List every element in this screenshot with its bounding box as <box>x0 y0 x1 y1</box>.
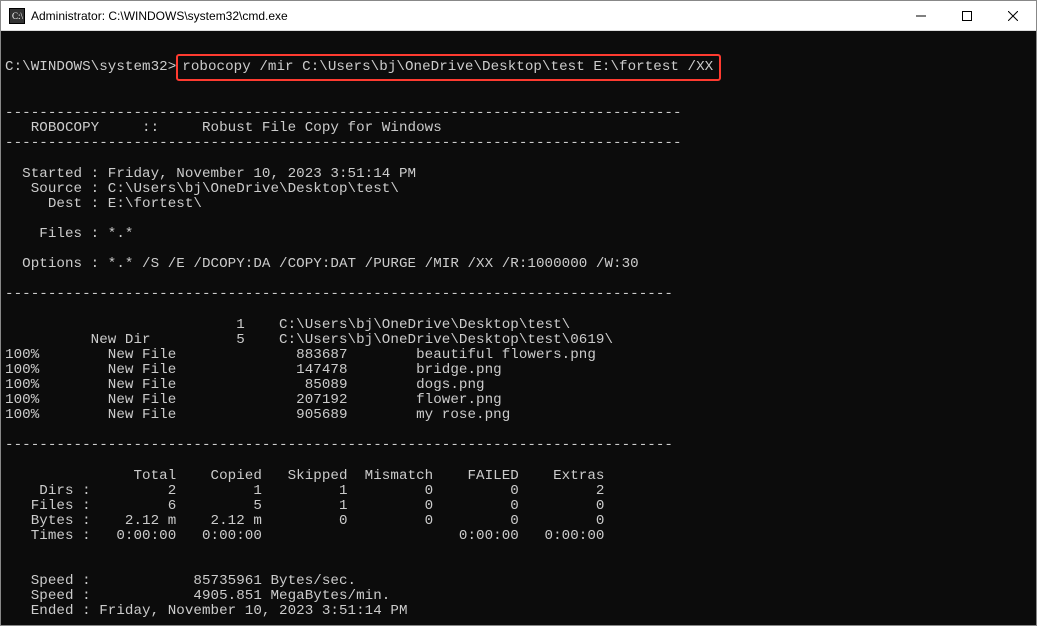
stats-files: Files : 6 5 1 0 0 0 <box>5 498 604 514</box>
options-line: Options : *.* /S /E /DCOPY:DA /COPY:DAT … <box>5 256 639 272</box>
dir-entry: New Dir 5 C:\Users\bj\OneDrive\Desktop\t… <box>5 332 613 348</box>
cmd-window: C:\ Administrator: C:\WINDOWS\system32\c… <box>0 0 1037 626</box>
command-highlight: robocopy /mir C:\Users\bj\OneDrive\Deskt… <box>176 54 721 81</box>
stats-header: Total Copied Skipped Mismatch FAILED Ext… <box>5 468 604 484</box>
separator: ----------------------------------------… <box>5 135 682 151</box>
maximize-button[interactable] <box>944 1 990 30</box>
ended-line: Ended : Friday, November 10, 2023 3:51:1… <box>5 603 408 619</box>
file-entry: 100% New File 905689 my rose.png <box>5 407 510 423</box>
console-area[interactable]: C:\WINDOWS\system32>robocopy /mir C:\Use… <box>1 31 1036 625</box>
window-controls <box>898 1 1036 30</box>
file-entry: 100% New File 207192 flower.png <box>5 392 502 408</box>
separator: ----------------------------------------… <box>5 286 673 302</box>
minimize-button[interactable] <box>898 1 944 30</box>
robocopy-header: ROBOCOPY :: Robust File Copy for Windows <box>5 120 699 136</box>
stats-bytes: Bytes : 2.12 m 2.12 m 0 0 0 0 <box>5 513 604 529</box>
file-entry: 100% New File 85089 dogs.png <box>5 377 485 393</box>
prompt-line: C:\WINDOWS\system32>robocopy /mir C:\Use… <box>5 54 1030 81</box>
dest-line: Dest : E:\fortest\ <box>5 196 202 212</box>
svg-text:C:\: C:\ <box>12 11 24 21</box>
speed-line: Speed : 85735961 Bytes/sec. <box>5 573 356 589</box>
stats-dirs: Dirs : 2 1 1 0 0 2 <box>5 483 604 499</box>
source-line: Source : C:\Users\bj\OneDrive\Desktop\te… <box>5 181 399 197</box>
separator: ----------------------------------------… <box>5 437 673 453</box>
dir-entry: 1 C:\Users\bj\OneDrive\Desktop\test\ <box>5 317 570 333</box>
window-title: Administrator: C:\WINDOWS\system32\cmd.e… <box>31 9 898 23</box>
speed-line: Speed : 4905.851 MegaBytes/min. <box>5 588 390 604</box>
output-block: ----------------------------------------… <box>5 106 1030 619</box>
files-line: Files : *.* <box>5 226 133 242</box>
prompt-path: C:\WINDOWS\system32> <box>5 59 176 75</box>
titlebar: C:\ Administrator: C:\WINDOWS\system32\c… <box>1 1 1036 31</box>
cmd-icon: C:\ <box>9 8 25 24</box>
separator: ----------------------------------------… <box>5 105 682 121</box>
file-entry: 100% New File 147478 bridge.png <box>5 362 502 378</box>
started-line: Started : Friday, November 10, 2023 3:51… <box>5 166 416 182</box>
file-entry: 100% New File 883687 beautiful flowers.p… <box>5 347 596 363</box>
close-button[interactable] <box>990 1 1036 30</box>
stats-times: Times : 0:00:00 0:00:00 0:00:00 0:00:00 <box>5 528 604 544</box>
